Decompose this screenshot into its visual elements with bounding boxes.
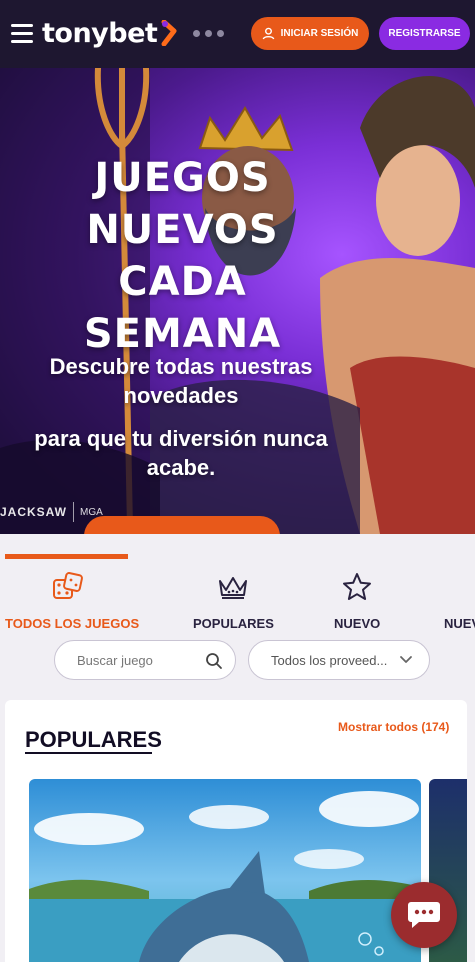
promo-banner[interactable]: JUEGOS NUEVOS CADA SEMANA Descubre todas… — [0, 68, 475, 534]
tab-new[interactable]: NUEVO — [334, 570, 380, 631]
active-tab-indicator — [5, 554, 128, 559]
provider-selected-value: Todos los proveed... — [271, 652, 388, 668]
tab-next-partial[interactable]: NUEVO — [444, 570, 475, 631]
jacksaw-logo: JACKSAW — [0, 505, 68, 519]
banner-title-line: CADA — [118, 259, 247, 305]
provider-dropdown[interactable]: Todos los proveed... — [248, 640, 430, 680]
search-icon[interactable] — [205, 652, 223, 670]
logo-divider — [73, 502, 75, 522]
tab-popular-label: POPULARES — [193, 616, 274, 631]
search-field[interactable] — [54, 640, 236, 680]
banner-subtitle-2: para que tu diversión nunca acabe. — [34, 426, 328, 480]
hamburger-menu-icon[interactable] — [11, 24, 33, 43]
login-label: INICIAR SESIÓN — [280, 28, 359, 39]
user-icon — [262, 27, 274, 40]
register-button[interactable]: REGISTRARSE — [379, 17, 470, 50]
game-card[interactable] — [29, 779, 421, 962]
section-title-underline — [25, 752, 152, 754]
login-button[interactable]: INICIAR SESIÓN — [251, 17, 369, 50]
chat-support-button[interactable] — [391, 882, 457, 948]
section-title: POPULARES — [25, 727, 162, 752]
tab-new-label: NUEVO — [334, 616, 381, 631]
tab-next-label: NUEVO — [444, 616, 475, 631]
banner-title-line: JUEGOS — [94, 155, 271, 201]
tab-all-games-label: TODOS LOS JUEGOS — [5, 616, 140, 631]
banner-title: JUEGOS NUEVOS CADA SEMANA — [40, 152, 325, 360]
game-thumbnail-image — [29, 779, 421, 962]
tonybet-logo[interactable]: tonybet — [42, 15, 178, 51]
banner-cta-button[interactable] — [84, 516, 280, 534]
chevron-down-icon — [400, 656, 412, 663]
tab-next-icon — [444, 570, 475, 604]
chat-icon — [408, 902, 440, 928]
dice-icon — [51, 570, 85, 604]
search-input[interactable] — [77, 652, 197, 668]
logo-text: tonybet — [42, 17, 158, 49]
logo-mark-icon — [161, 20, 177, 46]
tab-popular[interactable]: POPULARES — [193, 570, 274, 631]
more-options-icon[interactable] — [193, 30, 224, 37]
crown-icon — [216, 570, 250, 604]
register-label: REGISTRARSE — [388, 28, 461, 39]
banner-subtitle: Descubre todas nuestras novedades — [49, 354, 313, 408]
top-header: tonybet INICIAR SESIÓN REGISTRARSE — [0, 0, 475, 68]
tab-all-games[interactable]: TODOS LOS JUEGOS — [5, 570, 139, 631]
banner-title-line: NUEVOS — [86, 207, 279, 253]
show-all-link[interactable]: Mostrar todos (174) — [338, 720, 449, 734]
star-icon — [340, 570, 374, 604]
